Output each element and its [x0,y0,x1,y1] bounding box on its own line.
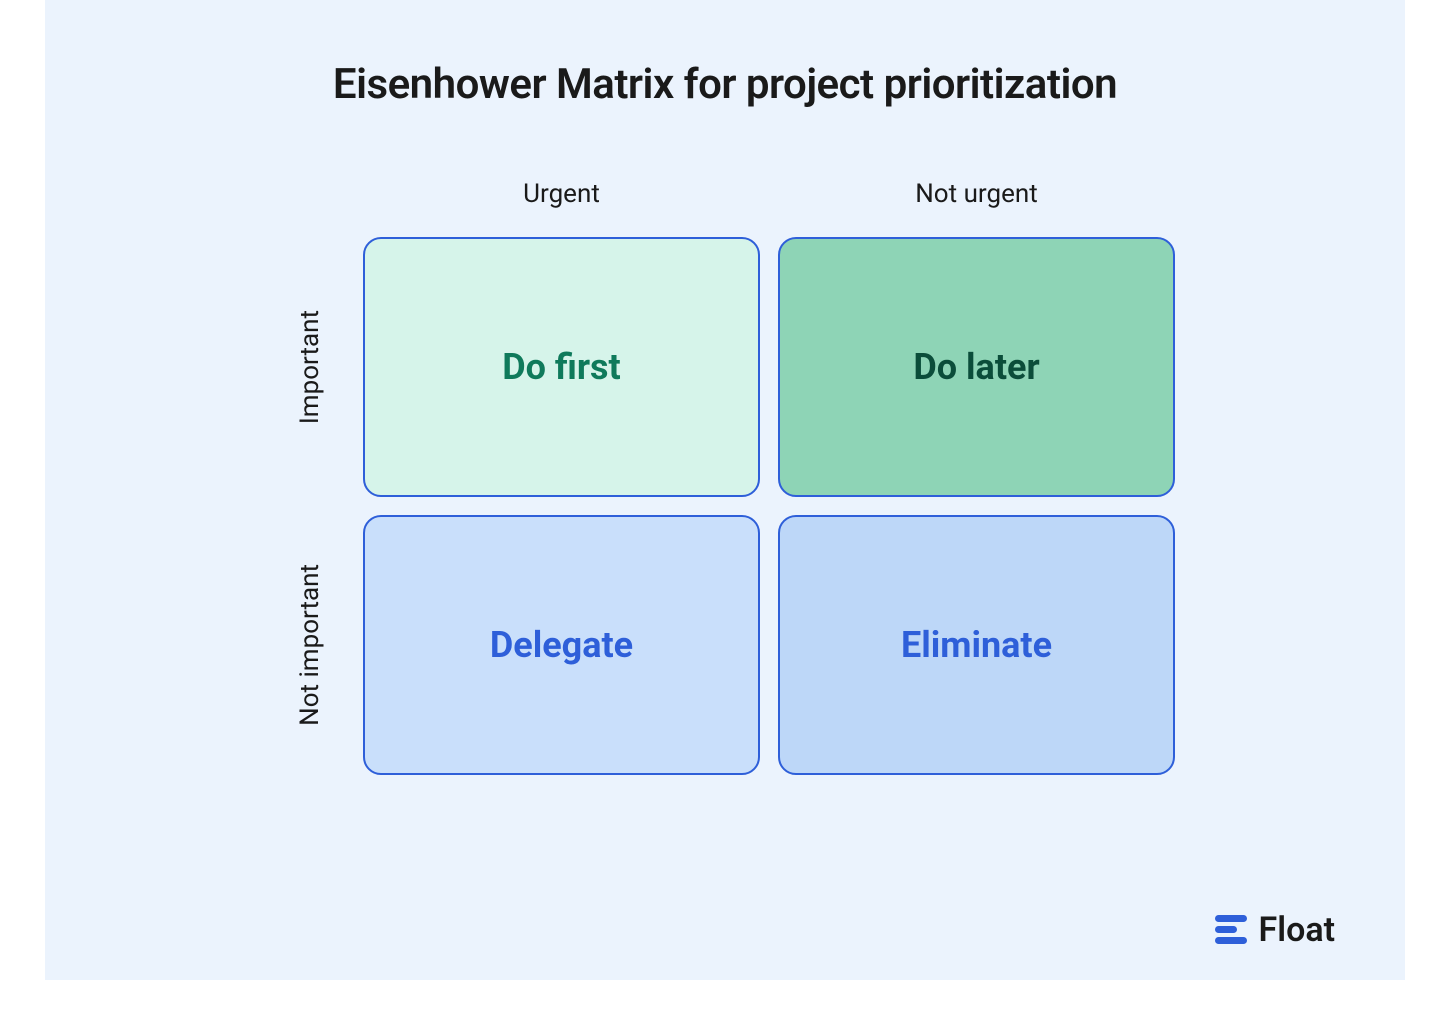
eisenhower-matrix: Urgent Not urgent Important Do first Do … [275,169,1175,775]
row-header-not-important: Not important [295,564,325,726]
grid-spacer [275,169,345,219]
brand-name: Float [1259,910,1335,950]
quadrant-label: Eliminate [901,624,1052,666]
diagram-title: Eisenhower Matrix for project prioritiza… [115,60,1335,109]
brand-badge: Float [1215,910,1335,950]
float-logo-icon [1215,915,1249,945]
row-header-important: Important [295,310,325,424]
quadrant-do-first: Do first [363,237,760,497]
column-header-not-urgent: Not urgent [778,179,1175,209]
quadrant-label: Delegate [490,624,633,666]
quadrant-do-later: Do later [778,237,1175,497]
column-header-urgent: Urgent [363,179,760,209]
quadrant-label: Do first [502,346,620,388]
quadrant-delegate: Delegate [363,515,760,775]
quadrant-eliminate: Eliminate [778,515,1175,775]
diagram-canvas: Eisenhower Matrix for project prioritiza… [45,0,1405,980]
quadrant-label: Do later [913,346,1039,388]
